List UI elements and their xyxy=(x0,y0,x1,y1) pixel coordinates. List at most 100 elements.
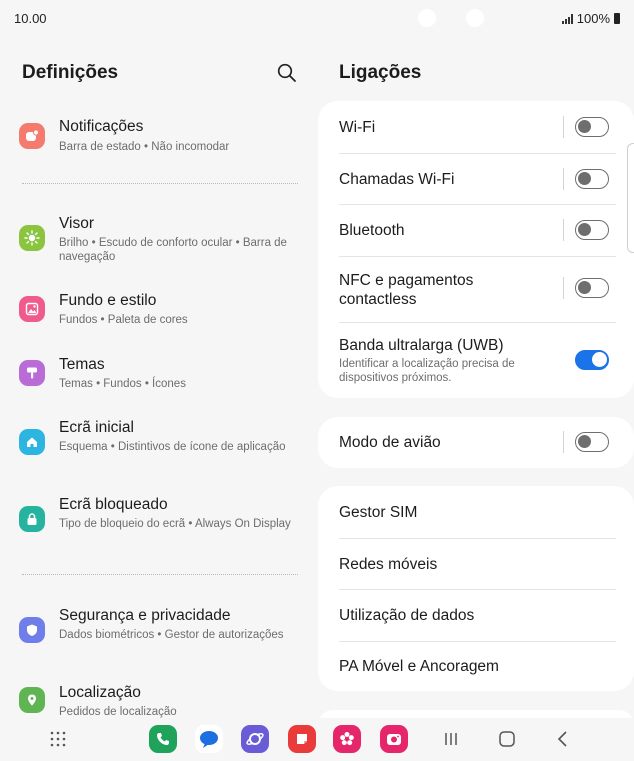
row-airplane-mode[interactable]: Modo de avião xyxy=(318,417,634,468)
gallery-flower-icon xyxy=(340,732,354,746)
settings-item-home-screen[interactable]: Ecrã inicial Esquema • Distintivos de íc… xyxy=(0,419,310,469)
page-title: Definições xyxy=(22,62,119,83)
location-pin-icon xyxy=(19,687,45,713)
item-title: Segurança e privacidade xyxy=(59,607,231,624)
search-button[interactable] xyxy=(276,62,298,84)
row-divider xyxy=(563,116,564,138)
row-label: Gestor SIM xyxy=(339,504,418,521)
display-sun-icon xyxy=(19,225,45,251)
row-bluetooth[interactable]: Bluetooth xyxy=(318,205,634,256)
gallery-app[interactable] xyxy=(333,725,361,753)
item-title: Visor xyxy=(59,215,95,232)
row-subtitle: Identificar a localização precisa de dis… xyxy=(339,358,515,384)
phone-icon xyxy=(157,733,169,745)
settings-list-pane: Definições Notificações Barra de estado … xyxy=(0,40,310,720)
item-subtitle: Barra de estado • Não incomodar xyxy=(59,141,230,153)
row-label: NFC e pagamentos contactless xyxy=(339,272,474,308)
airplane-card: Modo de avião xyxy=(318,417,634,468)
internet-app[interactable] xyxy=(241,725,269,753)
row-wifi-calling[interactable]: Chamadas Wi-Fi xyxy=(318,154,634,205)
battery-icon xyxy=(614,13,620,24)
wifi-calling-toggle[interactable] xyxy=(575,169,609,189)
row-label: Wi-Fi xyxy=(339,119,376,136)
themes-brush-icon xyxy=(19,360,45,386)
status-time: 10.00 xyxy=(14,11,47,26)
item-subtitle: Dados biométricos • Gestor de autorizaçõ… xyxy=(59,629,284,641)
battery-percent: 100% xyxy=(576,11,610,26)
settings-item-wallpaper[interactable]: Fundo e estilo Fundos • Paleta de cores xyxy=(0,292,310,332)
row-label: Bluetooth xyxy=(339,222,405,239)
lock-icon xyxy=(19,506,45,532)
nfc-toggle[interactable] xyxy=(575,278,609,298)
row-uwb[interactable]: Banda ultralarga (UWB) Identificar a loc… xyxy=(318,323,634,398)
messages-app[interactable] xyxy=(195,725,223,753)
row-label: Chamadas Wi-Fi xyxy=(339,171,455,188)
bluetooth-toggle[interactable] xyxy=(575,220,609,240)
settings-item-notifications[interactable]: Notificações Barra de estado • Não incom… xyxy=(0,118,310,158)
apps-grid-icon xyxy=(50,731,66,747)
row-hotspot-tethering[interactable]: PA Móvel e Ancoragem xyxy=(318,642,634,691)
wifi-toggle[interactable] xyxy=(575,117,609,137)
back-chevron-icon xyxy=(557,731,567,747)
row-divider xyxy=(563,277,564,299)
taskbar xyxy=(0,718,634,761)
settings-item-security-privacy[interactable]: Segurança e privacidade Dados biométrico… xyxy=(0,607,310,657)
camera-cutout-right xyxy=(466,9,484,27)
settings-item-display[interactable]: Visor Brilho • Escudo de conforto ocular… xyxy=(0,215,310,265)
connections-card: Wi-Fi Chamadas Wi-Fi Bluetooth NFC e pag… xyxy=(318,101,634,398)
row-nfc[interactable]: NFC e pagamentos contactless xyxy=(318,257,634,321)
row-label: Banda ultralarga (UWB) xyxy=(339,337,504,354)
notes-icon xyxy=(297,734,307,744)
internet-browser-icon xyxy=(246,733,264,745)
edge-panel-handle[interactable] xyxy=(627,143,634,253)
row-divider xyxy=(563,219,564,241)
camera-cutout-left xyxy=(418,9,436,27)
row-data-usage[interactable]: Utilização de dados xyxy=(318,590,634,641)
item-title: Ecrã bloqueado xyxy=(59,496,168,513)
recent-apps-icon xyxy=(445,733,457,745)
search-icon xyxy=(277,63,296,82)
row-mobile-networks[interactable]: Redes móveis xyxy=(318,539,634,590)
item-subtitle: Esquema • Distintivos de ícone de aplica… xyxy=(59,441,286,453)
row-wifi[interactable]: Wi-Fi xyxy=(318,101,634,153)
row-label: Redes móveis xyxy=(339,556,438,573)
apps-grid-button[interactable] xyxy=(47,728,69,750)
item-subtitle: Temas • Fundos • Ícones xyxy=(59,378,186,390)
row-divider xyxy=(563,431,564,453)
camera-icon xyxy=(387,734,401,745)
detail-title: Ligações xyxy=(339,62,422,83)
row-sim-manager[interactable]: Gestor SIM xyxy=(318,486,634,538)
notes-app[interactable] xyxy=(288,725,316,753)
row-label: PA Móvel e Ancoragem xyxy=(339,658,499,675)
home-square-icon xyxy=(499,731,515,747)
wallpaper-icon xyxy=(19,296,45,322)
item-subtitle: Tipo de bloqueio do ecrã • Always On Dis… xyxy=(59,518,291,530)
row-label: Utilização de dados xyxy=(339,607,475,624)
home-button[interactable] xyxy=(496,728,518,750)
item-subtitle: Fundos • Paleta de cores xyxy=(59,314,188,326)
item-subtitle: Pedidos de localização xyxy=(59,706,177,718)
status-indicators: 100% xyxy=(561,11,620,26)
uwb-toggle[interactable] xyxy=(575,350,609,370)
item-subtitle: Brilho • Escudo de conforto ocular • Bar… xyxy=(59,237,287,263)
shield-icon xyxy=(19,617,45,643)
signal-icon xyxy=(561,13,573,24)
back-button[interactable] xyxy=(552,728,574,750)
item-title: Temas xyxy=(59,356,105,373)
item-title: Fundo e estilo xyxy=(59,292,157,309)
item-title: Localização xyxy=(59,684,141,701)
airplane-mode-toggle[interactable] xyxy=(575,432,609,452)
messages-icon xyxy=(200,731,218,748)
settings-item-themes[interactable]: Temas Temas • Fundos • Ícones xyxy=(0,356,310,396)
group-divider xyxy=(22,574,298,575)
home-icon xyxy=(19,429,45,455)
item-title: Notificações xyxy=(59,118,144,135)
status-bar: 10.00 100% xyxy=(0,0,634,36)
camera-app[interactable] xyxy=(380,725,408,753)
recent-apps-button[interactable] xyxy=(440,728,462,750)
network-card: Gestor SIM Redes móveis Utilização de da… xyxy=(318,486,634,691)
settings-item-lock-screen[interactable]: Ecrã bloqueado Tipo de bloqueio do ecrã … xyxy=(0,496,310,546)
item-title: Ecrã inicial xyxy=(59,419,134,436)
group-divider xyxy=(22,183,298,184)
phone-app[interactable] xyxy=(149,725,177,753)
